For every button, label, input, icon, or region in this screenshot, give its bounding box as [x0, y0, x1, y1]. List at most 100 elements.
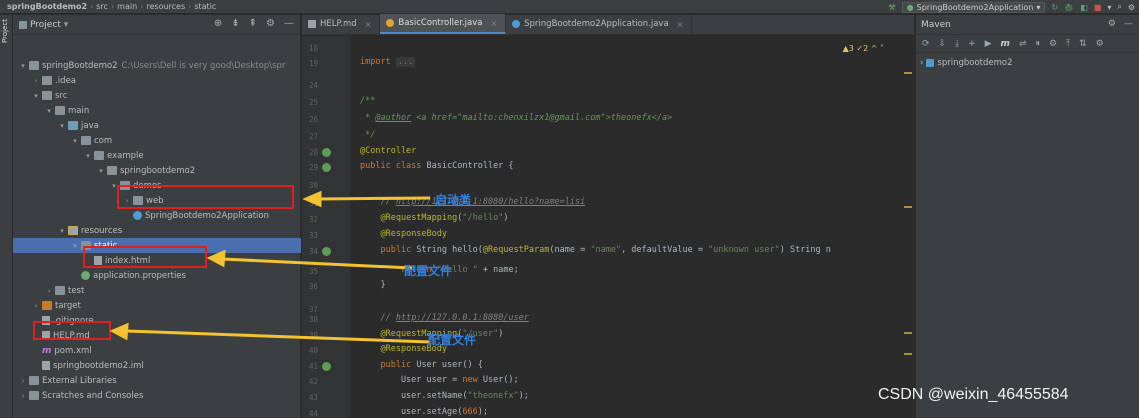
breadcrumb-item[interactable]: src: [93, 2, 111, 11]
build-hammer-icon[interactable]: ⚒: [888, 3, 895, 12]
chevron-down-icon: ▾: [1036, 2, 1041, 12]
line-number: 35: [308, 267, 318, 276]
maven-tree: › springbootdemo2: [916, 53, 1139, 70]
line-number: 27: [308, 132, 318, 141]
editor-tab[interactable]: SpringBootdemo2Application.java ×: [506, 14, 693, 34]
folder-icon: [55, 286, 65, 295]
chevron-down-icon[interactable]: ▾: [58, 122, 66, 130]
debug-icon[interactable]: 🐞︎: [1064, 3, 1074, 12]
chevron-down-icon[interactable]: ▾: [19, 62, 27, 70]
maven-tool-icon[interactable]: ⏸: [1035, 39, 1040, 49]
folder-icon: [55, 106, 65, 115]
project-view-icon: [19, 20, 27, 29]
tree-item[interactable]: › .idea: [13, 73, 301, 88]
maven-tool-icon[interactable]: ⇅: [1079, 39, 1087, 49]
error-stripe-marker[interactable]: [904, 353, 912, 355]
close-icon[interactable]: ×: [365, 20, 372, 29]
chevron-down-icon[interactable]: ▾: [71, 137, 79, 145]
tree-item-label: main: [68, 105, 90, 116]
chevron-down-icon[interactable]: ▾: [58, 227, 66, 235]
tree-item-label: example: [107, 150, 144, 161]
coverage-icon[interactable]: ◧: [1080, 3, 1088, 12]
tree-item[interactable]: › External Libraries: [13, 373, 301, 388]
close-icon[interactable]: ×: [490, 19, 497, 28]
maven-tool-icon[interactable]: ⤒: [1066, 39, 1070, 49]
tree-item[interactable]: › test: [13, 283, 301, 298]
project-panel-title[interactable]: Project: [30, 20, 61, 30]
maven-tool-icon[interactable]: ▶: [985, 39, 992, 49]
tree-item[interactable]: ▾ resources: [13, 223, 301, 238]
folder-icon: [29, 391, 39, 400]
folder-target-icon: [42, 301, 52, 310]
chevron-right-icon[interactable]: ›: [920, 58, 923, 68]
tree-item[interactable]: ▾ example: [13, 148, 301, 163]
code-line: // http://127.0.0.1:8080/hello?name=lisi: [380, 197, 586, 207]
tree-item[interactable]: application.properties: [13, 268, 301, 283]
settings-icon[interactable]: ⚙: [1128, 3, 1135, 12]
tree-item[interactable]: ▾ springbootdemo2: [13, 163, 301, 178]
hide-icon[interactable]: —: [1124, 19, 1133, 29]
chevron-down-icon[interactable]: ▾: [84, 152, 92, 160]
chevron-right-icon[interactable]: ›: [19, 377, 27, 385]
editor-scrollbar[interactable]: [902, 36, 914, 418]
tree-item[interactable]: › Scratches and Consoles: [13, 388, 301, 403]
gear-icon[interactable]: ⚙: [1108, 19, 1116, 29]
maven-tool-icon[interactable]: ⚙: [1049, 39, 1057, 49]
chevron-right-icon[interactable]: ›: [19, 392, 27, 400]
chevron-right-icon[interactable]: ›: [45, 287, 53, 295]
tree-item[interactable]: ▾ java: [13, 118, 301, 133]
chevron-down-icon[interactable]: ▾: [97, 167, 105, 175]
tree-item[interactable]: m pom.xml: [13, 343, 301, 358]
tree-item[interactable]: ▾ springBootdemo2 C:\Users\Dell is very go…: [13, 58, 301, 73]
breadcrumb-item[interactable]: static: [191, 2, 219, 11]
spring-bean-icon[interactable]: [322, 163, 331, 172]
hide-icon[interactable]: —: [284, 18, 294, 29]
execute-goal-icon[interactable]: m: [1001, 39, 1010, 49]
chevron-down-icon[interactable]: ▾: [32, 92, 40, 100]
run-config-dropdown[interactable]: ● SpringBootdemo2Application ▾: [901, 1, 1046, 13]
maven-tool-icon[interactable]: ⇩: [939, 39, 947, 49]
close-icon[interactable]: ×: [677, 20, 684, 29]
tree-item[interactable]: ▾ com: [13, 133, 301, 148]
error-stripe-marker[interactable]: [904, 72, 912, 74]
chevron-down-icon[interactable]: ▾: [45, 107, 53, 115]
chevron-down-icon[interactable]: ▾: [64, 20, 69, 30]
tree-item-path: C:\Users\Dell is very good\Desktop\spr: [121, 60, 286, 71]
tree-item[interactable]: springbootdemo2.iml: [13, 358, 301, 373]
navigation-bar: springBootdemo2 › src › main › resources › stati…: [0, 0, 1139, 14]
maven-tool-icon[interactable]: +: [968, 39, 976, 49]
error-stripe-marker[interactable]: [904, 206, 912, 208]
more-icon[interactable]: ▾: [1107, 3, 1111, 12]
chevron-down-icon[interactable]: ▾: [71, 242, 79, 250]
chevron-right-icon[interactable]: ›: [32, 77, 40, 85]
spring-bean-icon[interactable]: [322, 247, 331, 256]
editor-tab[interactable]: HELP.md ×: [302, 14, 381, 34]
error-stripe-marker[interactable]: [904, 332, 912, 334]
tree-item[interactable]: ▾ src: [13, 88, 301, 103]
locate-icon[interactable]: ⊕: [214, 18, 222, 29]
maven-tool-icon[interactable]: ⤓: [955, 39, 959, 49]
rerun-icon[interactable]: ↻: [1051, 3, 1058, 12]
editor-tab[interactable]: BasicController.java ×: [380, 14, 507, 34]
gear-icon[interactable]: ⚙: [266, 18, 275, 29]
expand-all-icon[interactable]: ⇟: [231, 18, 239, 29]
breadcrumb-item[interactable]: resources: [143, 2, 188, 11]
breadcrumb-item[interactable]: main: [114, 2, 140, 11]
maven-tool-icon[interactable]: ⇌: [1019, 39, 1027, 49]
spring-bean-icon[interactable]: [322, 148, 331, 157]
folder-icon: [29, 376, 39, 385]
tree-item[interactable]: SpringBootdemo2Application: [13, 208, 301, 223]
stop-icon[interactable]: ■: [1094, 3, 1102, 12]
search-icon[interactable]: ⌕: [1117, 2, 1121, 12]
tree-item[interactable]: › target: [13, 298, 301, 313]
maven-tool-icon[interactable]: ⟳: [922, 39, 930, 49]
inspection-widget[interactable]: ▲3 ✓2 ^ ˅: [843, 44, 884, 53]
project-tool-window-button[interactable]: Project: [1, 19, 9, 43]
breadcrumb-item[interactable]: springBootdemo2: [4, 2, 90, 11]
maven-project-item[interactable]: › springbootdemo2: [916, 55, 1139, 70]
maven-tool-icon[interactable]: ⚙: [1096, 39, 1104, 49]
collapse-all-icon[interactable]: ⇞: [249, 18, 257, 29]
tree-item[interactable]: ▾ main: [13, 103, 301, 118]
chevron-right-icon[interactable]: ›: [32, 302, 40, 310]
spring-bean-icon[interactable]: [322, 362, 331, 371]
